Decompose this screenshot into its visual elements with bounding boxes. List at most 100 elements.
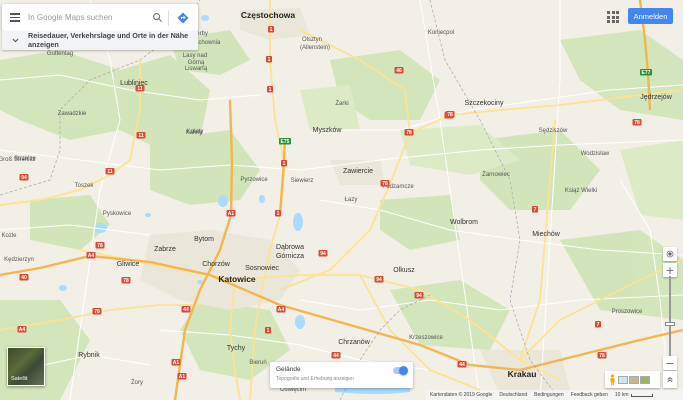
road-shield: 1 — [267, 86, 273, 93]
terms-link[interactable]: Bedingungen — [534, 392, 563, 398]
place-label[interactable]: Chrzanów — [338, 339, 370, 346]
place-label[interactable]: Gliwice — [117, 261, 140, 268]
place-label[interactable]: Sosnowiec — [245, 265, 279, 272]
place-label[interactable]: Dąbrowa — [276, 244, 304, 251]
place-label[interactable]: Zawiercie — [343, 168, 373, 175]
road-number: A4 — [88, 253, 95, 259]
zoom-in-button[interactable]: + — [663, 263, 677, 277]
road-shield: 1 — [265, 327, 271, 334]
place-label[interactable]: Częstochowa — [241, 10, 296, 20]
place-label[interactable]: Łazy — [345, 197, 358, 203]
place-label[interactable]: Koniecpol — [428, 30, 454, 36]
place-label[interactable]: Zabrze — [154, 246, 176, 253]
scale-indicator[interactable]: 10 km — [615, 392, 653, 398]
place-label[interactable]: Tychy — [227, 345, 246, 352]
place-label[interactable]: Wolbrom — [450, 219, 478, 226]
place-label[interactable]: Bytom — [194, 236, 214, 243]
search-icon — [152, 13, 162, 23]
feedback-link[interactable]: Feedback geben — [571, 392, 608, 398]
road-number: 11 — [107, 169, 113, 175]
road-number: 7 — [534, 207, 537, 213]
road-number: 1 — [283, 161, 286, 167]
expand-layers-button[interactable] — [663, 371, 677, 388]
search-input[interactable] — [28, 7, 146, 28]
place-label[interactable]: Myszków — [313, 127, 343, 134]
place-label[interactable]: Szczekociny — [465, 100, 504, 107]
place-label[interactable]: Kalety — [186, 130, 203, 136]
road-shield: 78 — [632, 119, 642, 126]
road-shield: A4 — [276, 306, 286, 313]
directions-icon — [177, 12, 189, 23]
place-label[interactable]: Górnicza — [276, 253, 304, 260]
road-number: 94 — [416, 293, 422, 299]
place-label[interactable]: Lasy nad — [183, 53, 207, 59]
place-label[interactable]: Miechów — [532, 231, 561, 238]
road-number: 1 — [270, 27, 273, 33]
my-location-button[interactable] — [663, 247, 677, 261]
search-button[interactable] — [146, 4, 168, 31]
place-label[interactable]: Sędziszów — [539, 128, 568, 134]
terrain-thumb[interactable] — [640, 375, 650, 384]
place-label[interactable]: Pyrzowice — [240, 177, 268, 183]
zoom-slider-handle[interactable] — [665, 322, 675, 326]
place-label[interactable]: Kozle — [1, 233, 17, 239]
place-label[interactable]: Chorzów — [202, 261, 231, 268]
place-label[interactable]: Książ Wielki — [565, 188, 597, 194]
place-label[interactable]: Liswartą — [185, 66, 208, 72]
apps-grid-icon[interactable] — [604, 8, 620, 24]
place-label[interactable]: Toszek — [75, 183, 95, 189]
map-footer: Kartendaten © 2019 Google Deutschland Be… — [426, 390, 683, 400]
country-link[interactable]: Deutschland — [499, 392, 527, 398]
place-label[interactable]: Żarnowiec — [482, 171, 510, 178]
place-label[interactable]: Guttentag — [47, 51, 73, 57]
nearby-info-toggle[interactable]: Reisedauer, Verkehrslage und Orte in der… — [2, 31, 198, 50]
road-shield: 78 — [121, 277, 131, 284]
pegman-icon[interactable] — [607, 373, 617, 386]
place-label[interactable]: Olkusz — [393, 267, 415, 274]
road-number: 1 — [269, 87, 272, 93]
road-number: A1 — [228, 211, 235, 217]
road-shield: A1 — [177, 373, 187, 380]
place-label[interactable]: Rybnik — [78, 352, 100, 359]
signin-button[interactable]: Anmelden — [628, 8, 673, 24]
terrain-toggle[interactable] — [393, 365, 408, 375]
road-number: E75 — [281, 139, 290, 145]
place-label[interactable]: Krakau — [508, 369, 537, 379]
place-label[interactable]: Żory — [131, 379, 143, 386]
road-number: A4 — [278, 307, 285, 313]
map-copyright: Kartendaten © 2019 Google — [430, 392, 493, 398]
road-shield: 78 — [445, 111, 455, 118]
place-label[interactable]: Krzeszowice — [409, 335, 443, 341]
location-icon — [666, 250, 674, 258]
zoom-track[interactable] — [669, 276, 671, 356]
road-number: 1 — [267, 328, 270, 334]
place-label[interactable]: Pyskowice — [103, 211, 132, 217]
place-label[interactable]: Bieruń — [249, 360, 266, 366]
place-label[interactable]: (Allenstein) — [300, 45, 330, 51]
place-label[interactable]: Wodzisław — [581, 151, 610, 157]
place-label[interactable]: Groß Strehlitz — [0, 157, 36, 163]
map-canvas[interactable]: Częstochowa Katowice Krakau Zabrze Bytom Gliw… — [0, 0, 683, 400]
road-number: 7 — [597, 322, 600, 328]
road-number: 11 — [138, 133, 144, 139]
zoom-out-button[interactable]: − — [663, 356, 677, 370]
place-label[interactable]: Katowice — [218, 274, 256, 284]
motorway-shield: E77 — [640, 69, 652, 76]
chevron-down-icon — [11, 38, 19, 43]
place-label[interactable]: Kędzierzyn — [4, 257, 34, 263]
place-label[interactable]: Siewierz — [291, 178, 314, 184]
satellite-layer-button[interactable]: Satellit — [7, 347, 45, 386]
place-label[interactable]: Żarki — [335, 100, 348, 107]
menu-icon[interactable] — [2, 4, 28, 31]
place-label[interactable]: Proszowice — [612, 309, 643, 315]
place-label[interactable]: Zawadzkie — [58, 111, 87, 117]
place-label[interactable]: Jędrzejów — [640, 94, 672, 101]
earth-thumb[interactable] — [629, 375, 639, 384]
road-shield: 11 — [136, 132, 146, 139]
motorway-shield: E75 — [279, 138, 291, 145]
road-shield: 94 — [414, 292, 424, 299]
road-number: A1 — [179, 374, 186, 380]
place-label[interactable]: Olsztyn — [302, 37, 322, 43]
directions-button[interactable] — [169, 4, 197, 31]
imagery-thumb[interactable] — [618, 375, 628, 384]
